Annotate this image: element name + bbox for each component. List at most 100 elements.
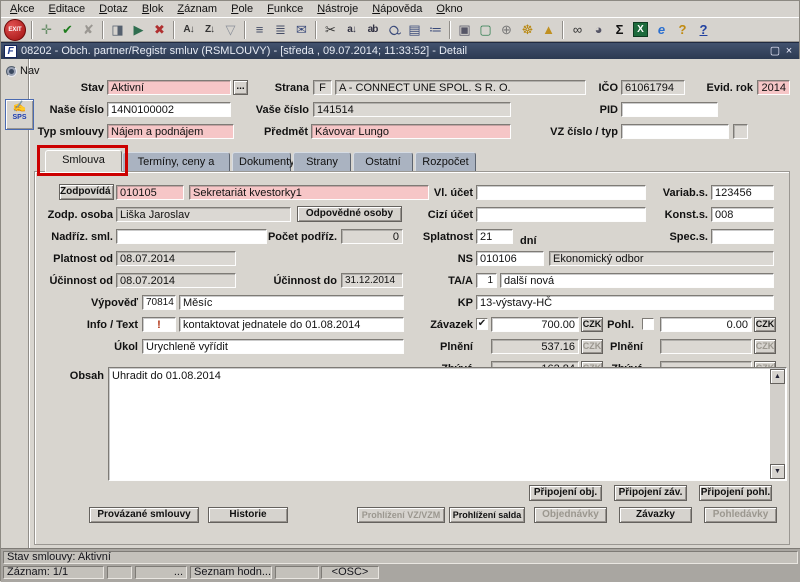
odpovedne-osoby-button[interactable]: Odpovědné osoby <box>297 206 402 222</box>
menu-pole[interactable]: Pole <box>224 2 260 16</box>
pocet-podriz-field[interactable]: 0 <box>341 229 403 244</box>
copy-icon[interactable]: a↓ <box>341 20 362 40</box>
plneni-czk-button[interactable]: CZK <box>581 339 603 354</box>
vypoved-field[interactable]: Měsíc <box>179 295 404 310</box>
tree-icon[interactable]: ≔ <box>425 20 446 40</box>
vl-ucet-field[interactable] <box>476 185 646 200</box>
kp-field[interactable]: 13-výstavy-HČ <box>476 295 774 310</box>
menu-okno[interactable]: Okno <box>429 2 469 16</box>
spec-s-field[interactable] <box>711 229 774 244</box>
variab-s-field[interactable]: 123456 <box>711 185 774 200</box>
vz-cislo-field[interactable] <box>621 124 729 139</box>
zodpovida-ns-code-field[interactable]: 010105 <box>116 185 184 200</box>
nadriz-sml-field[interactable] <box>116 229 267 244</box>
zavazek-checkbox[interactable]: ✔ <box>476 318 488 330</box>
execute-query-icon[interactable]: ▶ <box>128 20 149 40</box>
sort-desc-icon[interactable]: Z↓ <box>199 20 220 40</box>
insert-record-icon[interactable]: ✛ <box>36 20 57 40</box>
close-window-icon[interactable]: × <box>782 45 796 58</box>
obsah-scrollbar[interactable]: ▲ ▼ <box>770 369 785 479</box>
scroll-down-icon[interactable]: ▼ <box>770 464 785 479</box>
taa-field[interactable]: další nová <box>500 273 774 288</box>
tab-rozpocet[interactable]: Rozpočet <box>415 152 476 172</box>
ico-field[interactable]: 61061794 <box>621 80 685 95</box>
pid-field[interactable] <box>621 102 718 117</box>
ucinnost-do-field[interactable]: 31.12.2014 <box>341 273 403 288</box>
menu-funkce[interactable]: Funkce <box>260 2 310 16</box>
evid-rok-field[interactable]: 2014 <box>757 80 790 95</box>
ukol-field[interactable]: Urychleně vyřídit <box>142 339 404 354</box>
plneni-amount-field[interactable]: 537.16 <box>491 339 579 354</box>
splatnost-field[interactable]: 21 <box>476 229 513 244</box>
sigma-icon[interactable]: Σ <box>609 20 630 40</box>
print-setup-icon[interactable]: ≣ <box>270 20 291 40</box>
pripojeni-obj-button[interactable]: Připojení obj. <box>529 485 602 501</box>
card-icon[interactable]: ▢ <box>475 20 496 40</box>
zavazky-button[interactable]: Závazky <box>619 507 692 523</box>
menu-blok[interactable]: Blok <box>135 2 170 16</box>
vypoved-code-field[interactable]: 70814 <box>142 295 176 310</box>
konst-s-field[interactable]: 008 <box>711 207 774 222</box>
menu-zaznam[interactable]: Záznam <box>170 2 224 16</box>
clear-record-icon[interactable]: ✘ <box>78 20 99 40</box>
pohl-czk-button[interactable]: CZK <box>754 317 776 332</box>
stav-lov-button[interactable]: ... <box>233 80 248 95</box>
pohledavky-button[interactable]: Pohledávky <box>704 507 777 523</box>
plneni2-czk-button[interactable]: CZK <box>754 339 776 354</box>
ns-code-field[interactable]: 010106 <box>476 251 544 266</box>
zavazek-czk-button[interactable]: CZK <box>581 317 603 332</box>
wheel-icon[interactable]: ☸ <box>517 20 538 40</box>
typ-smlouvy-field[interactable]: Nájem a podnájem <box>107 124 234 139</box>
stav-field[interactable]: Aktivní <box>107 80 231 95</box>
enter-query-icon[interactable]: ◨ <box>107 20 128 40</box>
clipboard-icon[interactable]: ▣ <box>454 20 475 40</box>
predmet-field[interactable]: Kávovar Lungo <box>311 124 511 139</box>
prohlizeni-vz-button[interactable]: Prohlížení VZ/VZM <box>357 507 445 523</box>
obsah-textarea[interactable]: Uhradit do 01.08.2014 ▲ ▼ <box>108 367 787 481</box>
ucinnost-od-field[interactable]: 08.07.2014 <box>116 273 236 288</box>
prohlizeni-salda-button[interactable]: Prohlížení salda <box>449 507 525 523</box>
zavazek-amount-field[interactable]: 700.00 <box>491 317 579 332</box>
menu-dotaz[interactable]: Dotaz <box>92 2 135 16</box>
menu-editace[interactable]: Editace <box>41 2 92 16</box>
excel-icon[interactable]: X <box>630 20 651 40</box>
pyramid-icon[interactable]: ▲ <box>538 20 559 40</box>
vase-cislo-field[interactable]: 141514 <box>313 102 511 117</box>
print-icon[interactable]: ≡ <box>249 20 270 40</box>
sort-asc-icon[interactable]: A↓ <box>178 20 199 40</box>
strana-name-field[interactable]: A - CONNECT UNE SPOL. S R. O. <box>335 80 586 95</box>
glasses-icon[interactable]: ∞ <box>567 20 588 40</box>
cancel-query-icon[interactable]: ✖ <box>149 20 170 40</box>
restore-window-icon[interactable]: ▢ <box>768 45 782 58</box>
taa-code-field[interactable]: 1 <box>476 273 497 288</box>
info-text-field[interactable]: kontaktovat jednatele do 01.08.2014 <box>179 317 404 332</box>
historie-button[interactable]: Historie <box>208 507 288 523</box>
save-icon[interactable]: ✔ <box>57 20 78 40</box>
tab-ostatni[interactable]: Ostatní <box>353 152 413 172</box>
pohl-amount-field[interactable]: 0.00 <box>660 317 752 332</box>
cut-icon[interactable]: ✂ <box>320 20 341 40</box>
ns-name-field[interactable]: Ekonomický odbor <box>549 251 774 266</box>
cizi-ucet-field[interactable] <box>476 207 646 222</box>
nav-radio[interactable] <box>6 66 17 77</box>
exit-button[interactable]: EXIT <box>4 19 26 41</box>
gauge-icon[interactable]: ◕ <box>588 20 609 40</box>
tab-strany[interactable]: Strany <box>293 152 351 172</box>
mail-icon[interactable]: ✉ <box>291 20 312 40</box>
pripojeni-pohl-button[interactable]: Připojení pohl. <box>699 485 772 501</box>
zodp-osoba-field[interactable]: Liška Jaroslav <box>116 207 291 222</box>
platnost-od-field[interactable]: 08.07.2014 <box>116 251 236 266</box>
objednavky-button[interactable]: Objednávky <box>534 507 607 523</box>
filter-icon[interactable]: ▽ <box>220 20 241 40</box>
menu-akce[interactable]: Akce <box>3 2 41 16</box>
zodpovida-ns-button[interactable]: Zodpovídá NS <box>59 184 114 200</box>
menu-nastroje[interactable]: Nástroje <box>310 2 365 16</box>
help-icon[interactable]: ? <box>693 20 714 40</box>
strana-code-field[interactable]: F <box>313 80 332 95</box>
menu-napoveda[interactable]: Nápověda <box>365 2 429 16</box>
scroll-up-icon[interactable]: ▲ <box>770 369 785 384</box>
tab-smlouva[interactable]: Smlouva <box>45 150 122 172</box>
globe-icon[interactable]: ⊕ <box>496 20 517 40</box>
tab-terminy[interactable]: Termíny, ceny a činnosti <box>122 152 230 172</box>
explorer-icon[interactable]: e <box>651 20 672 40</box>
